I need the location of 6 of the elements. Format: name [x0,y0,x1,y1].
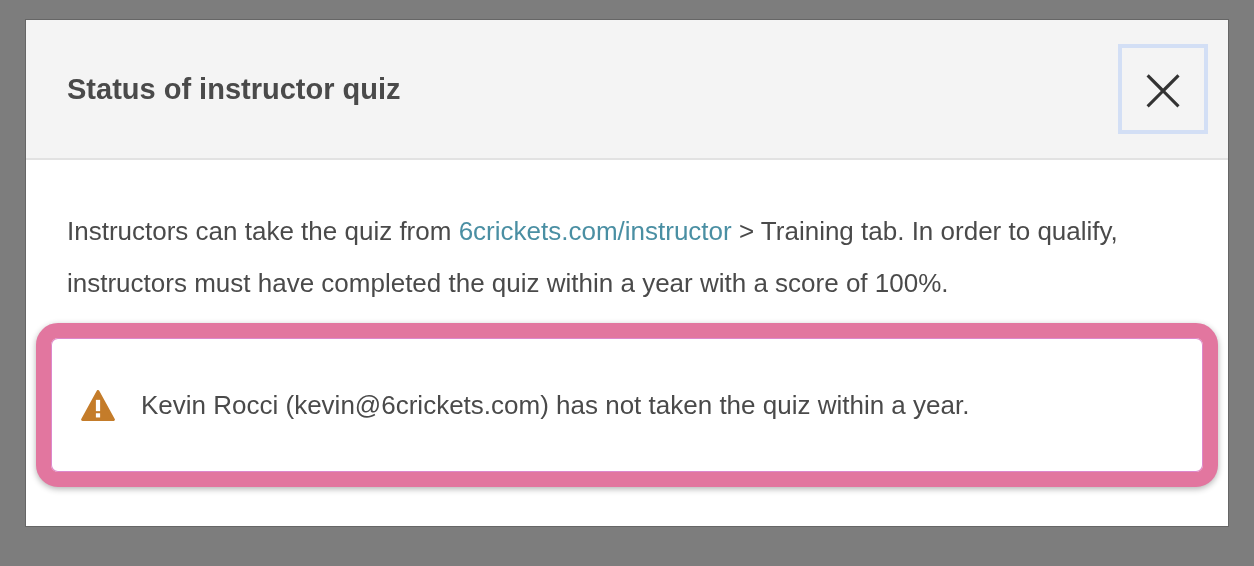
instructor-link[interactable]: 6crickets.com/instructor [458,216,732,246]
warning-icon [81,389,115,421]
dialog-title: Status of instructor quiz [67,72,401,106]
alert-text: Kevin Rocci (kevin@6crickets.com) has not taken the quiz within a year. [141,389,970,421]
close-button[interactable]: × [1118,44,1208,134]
instructions-text: Instructors can take the quiz from 6crickets.com/instructor > Training tab. In order to qualify, instructors must have completed the quiz within a year with a score of 100%. [67,215,1119,300]
